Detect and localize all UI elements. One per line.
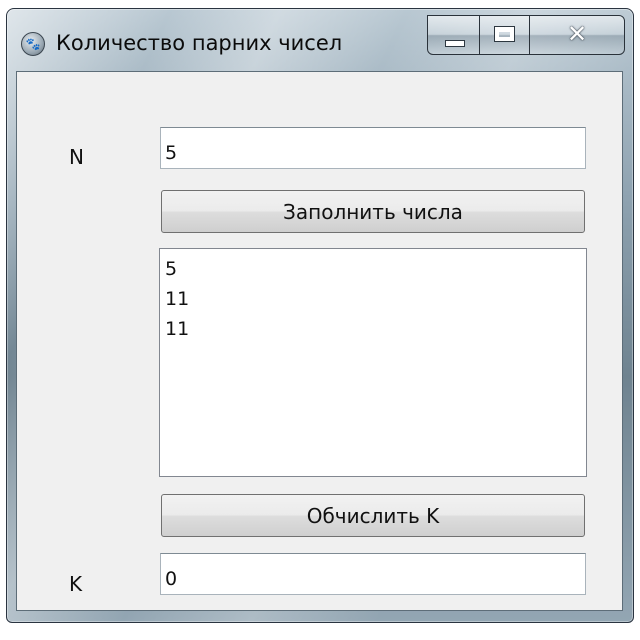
n-input[interactable] <box>160 127 586 169</box>
list-item[interactable]: 11 <box>165 284 586 314</box>
close-button[interactable]: ✕ <box>530 16 624 54</box>
list-item[interactable]: 11 <box>165 314 586 344</box>
minimize-button[interactable] <box>428 16 480 54</box>
minimize-icon <box>445 40 465 47</box>
maximize-button[interactable] <box>480 16 530 54</box>
window-title: Количество парних чисел <box>56 31 343 55</box>
app-window: 🐾 Количество парних чисел ✕ N Заполнить … <box>6 8 634 623</box>
fill-numbers-button[interactable]: Заполнить числа <box>161 190 585 233</box>
close-icon: ✕ <box>566 20 588 48</box>
numbers-listbox[interactable]: 5 11 11 <box>159 248 587 477</box>
title-bar[interactable]: 🐾 Количество парних чисел ✕ <box>7 9 633 69</box>
paw-icon[interactable]: 🐾 <box>21 32 45 56</box>
n-label: N <box>69 145 84 169</box>
list-item[interactable]: 5 <box>165 254 586 284</box>
form-client-area: N Заполнить числа 5 11 11 Обчислить K K <box>16 71 623 611</box>
maximize-icon <box>494 26 515 42</box>
k-output[interactable] <box>160 553 586 595</box>
compute-k-button[interactable]: Обчислить K <box>161 494 585 537</box>
k-label: K <box>69 572 83 596</box>
window-controls: ✕ <box>427 15 625 55</box>
